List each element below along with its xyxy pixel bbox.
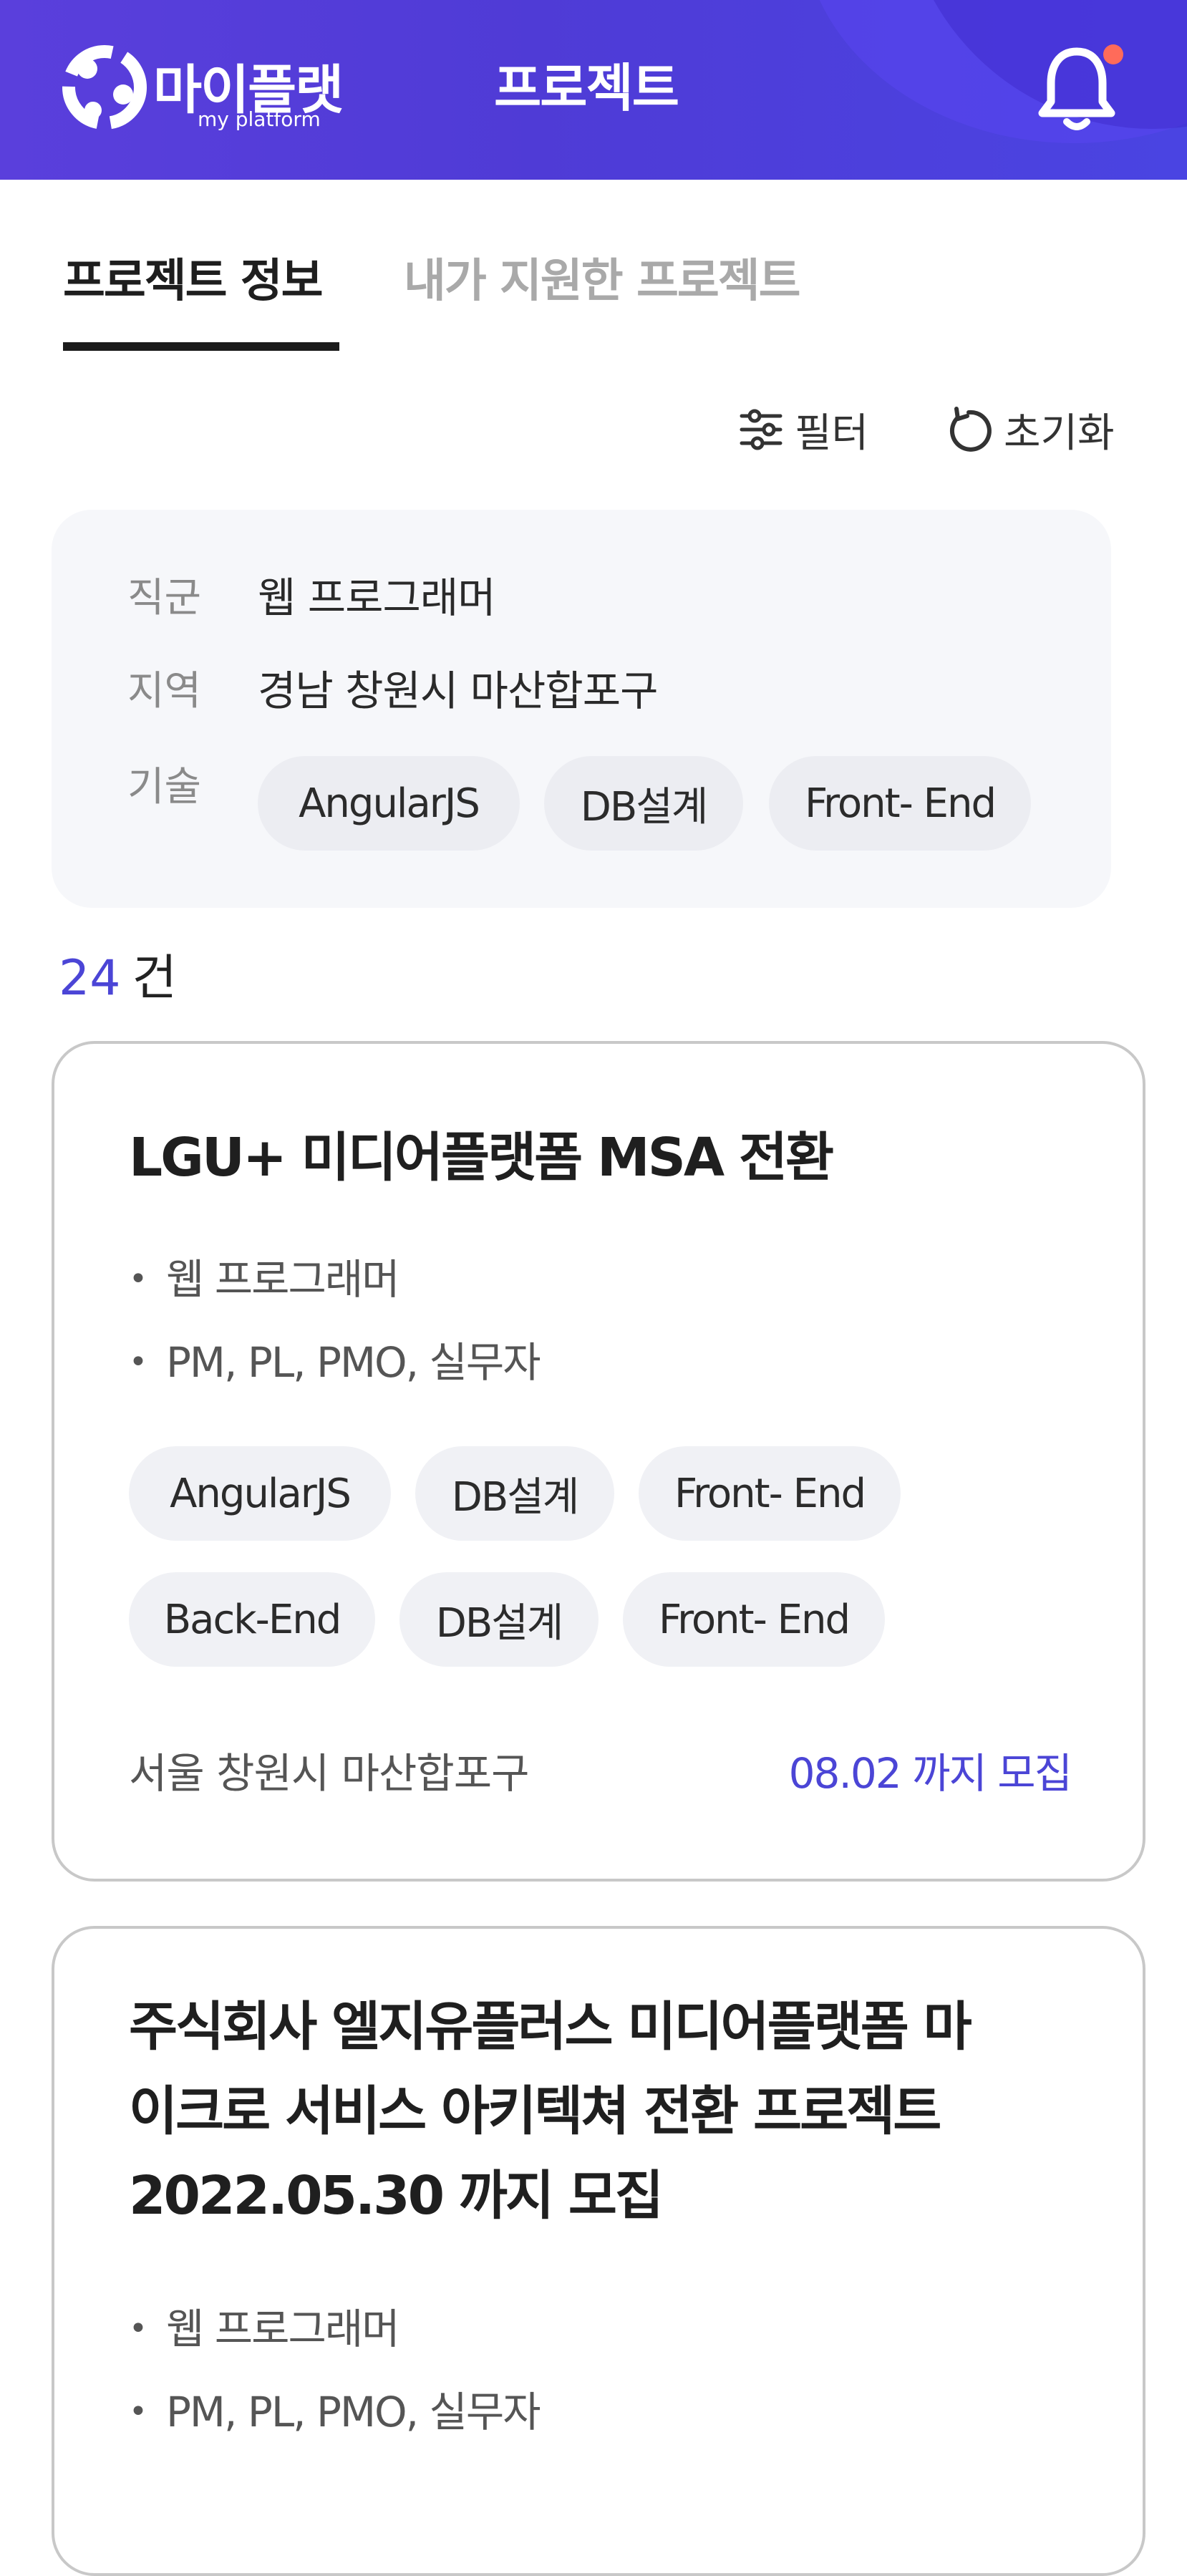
filter-button[interactable]: 필터 [737,402,868,457]
project-title-line: 이크로 서비스 아키텍쳐 전환 프로젝트 [129,2081,941,2142]
search-condition-box: 직군 웹 프로그래머 지역 경남 창원시 마산합포구 기술 AngularJS … [52,510,1111,908]
active-tab-indicator [63,342,339,351]
skill-chip: DB설계 [544,756,743,851]
result-count: 24 건 [59,938,177,1009]
project-card[interactable]: 주식회사 엘지유플러스 미디어플랫폼 마 이크로 서비스 아키텍쳐 전환 프로젝… [52,1926,1145,2576]
tab-applied-projects[interactable]: 내가 지원한 프로젝트 [404,244,800,310]
result-count-unit: 건 [132,950,178,1007]
project-deadline: 08.02 까지 모집 [788,1749,1072,1798]
skill-chip: AngularJS [258,756,520,851]
skill-chip: Front- End [639,1446,901,1541]
skill-chip: Front- End [769,756,1031,851]
project-title-line: 2022.05.30 까지 모집 [129,2165,664,2227]
reset-button[interactable]: 초기화 [944,402,1115,457]
logo-mark-icon [62,45,147,130]
sliders-icon [740,409,783,450]
skill-chip: Front- End [623,1572,885,1667]
refresh-icon [949,407,992,452]
region-label: 지역 [127,668,202,715]
project-job: 웹 프로그래머 [129,2295,400,2355]
skill-chip: DB설계 [415,1446,614,1541]
skill-chip: AngularJS [129,1446,391,1541]
notification-dot [1103,44,1123,64]
project-roles: PM, PL, PMO, 실무자 [129,2378,541,2439]
filter-label: 필터 [795,410,869,457]
project-card[interactable]: LGU+ 미디어플랫폼 MSA 전환 웹 프로그래머 PM, PL, PMO, … [52,1041,1145,1882]
project-job: 웹 프로그래머 [129,1246,400,1306]
region-value: 경남 창원시 마산합포구 [258,667,658,715]
skill-chip: Back-End [129,1572,375,1667]
page-title: 프로젝트 [494,58,679,118]
job-value: 웹 프로그래머 [258,573,496,622]
result-count-number: 24 [59,950,121,1007]
logo-subtitle: my platform [198,107,321,131]
project-roles: PM, PL, PMO, 실무자 [129,1329,541,1389]
app-header: 마이플랫 my platform 프로젝트 [0,0,1187,180]
reset-label: 초기화 [1004,410,1115,457]
skill-label: 기술 [127,764,202,810]
project-title: LGU+ 미디어플랫폼 MSA 전환 [129,1127,834,1188]
project-title-line: 주식회사 엘지유플러스 미디어플랫폼 마 [129,1996,972,2058]
tab-project-info[interactable]: 프로젝트 정보 [63,244,324,310]
project-location: 서울 창원시 마산합포구 [129,1749,529,1798]
tab-bar: 프로젝트 정보 내가 지원한 프로젝트 [0,180,1187,352]
job-label: 직군 [127,575,202,621]
skill-chip: DB설계 [399,1572,599,1667]
